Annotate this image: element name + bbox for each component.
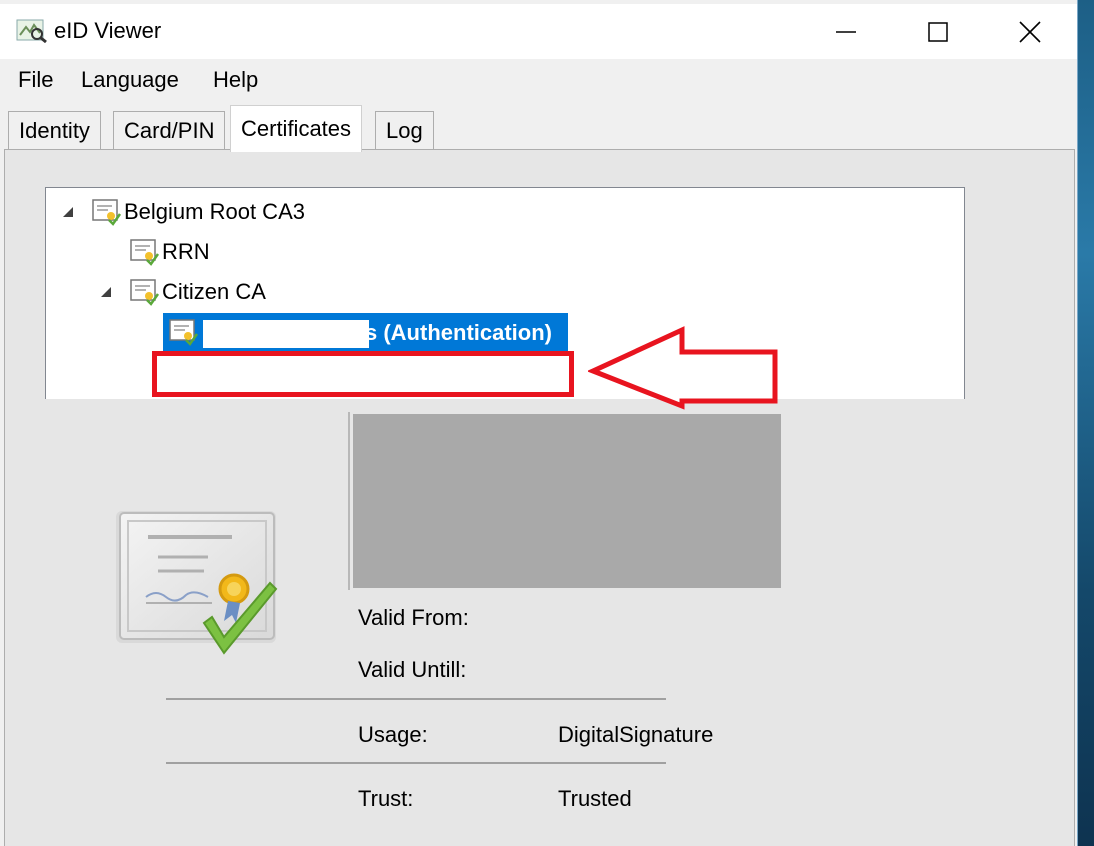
divider: [166, 698, 666, 700]
valid-from-label: Valid From:: [358, 605, 469, 630]
valid-until-label: Valid Untill:: [358, 657, 467, 682]
maximize-button[interactable]: [892, 4, 984, 59]
tree-item-label: RRN: [162, 239, 210, 264]
certificate-icon: [92, 199, 122, 226]
expanded-arrow-icon[interactable]: [100, 286, 112, 298]
tree-item-label: Belgium Root CA3: [124, 199, 305, 224]
certificate-icon: [130, 279, 160, 306]
tab-identity[interactable]: Identity: [8, 111, 101, 150]
usage-label: Usage:: [358, 722, 428, 747]
tree-item-label: Citizen CA: [162, 279, 266, 304]
certificate-preview-redacted: [353, 414, 781, 588]
app-logo-icon: [16, 19, 47, 43]
tab-strip: Identity Card/PIN Certificates Log: [0, 103, 1077, 152]
title-bar[interactable]: eID Viewer: [0, 4, 1077, 59]
tab-certificates[interactable]: Certificates: [230, 105, 363, 152]
eid-viewer-window: eID Viewer File Language Help Identity C…: [0, 0, 1078, 846]
tree-item-rrn[interactable]: RRN: [130, 236, 210, 268]
certificate-icon: [169, 319, 199, 346]
certificate-trusted-icon: [116, 511, 278, 655]
tree-item-belgium-root-ca3[interactable]: Belgium Root CA3: [92, 196, 305, 228]
maximize-icon: [928, 21, 948, 42]
tab-log[interactable]: Log: [375, 111, 434, 150]
menu-help[interactable]: Help: [211, 67, 260, 93]
usage-value: DigitalSignature: [558, 722, 714, 747]
trust-value: Trusted: [558, 786, 632, 811]
expanded-arrow-icon[interactable]: [62, 206, 74, 218]
menu-file[interactable]: File: [16, 67, 55, 93]
minimize-icon: [836, 30, 856, 33]
trust-label: Trust:: [358, 786, 414, 811]
close-button[interactable]: [984, 4, 1076, 59]
menu-bar: File Language Help: [0, 59, 1077, 103]
close-icon: [1019, 20, 1041, 43]
minimize-button[interactable]: [800, 4, 892, 59]
menu-language[interactable]: Language: [79, 67, 181, 93]
desktop-background-right: [1078, 0, 1094, 846]
divider: [166, 762, 666, 764]
tree-item-citizen-ca[interactable]: Citizen CA: [130, 276, 266, 308]
certificate-icon: [130, 239, 160, 266]
window-title: eID Viewer: [54, 18, 162, 43]
annotation-arrow-icon: [588, 326, 778, 410]
preview-separator: [348, 412, 350, 590]
annotation-highlight-box: [152, 351, 574, 397]
redaction-block: [203, 320, 369, 348]
tree-item-label: s (Authentication): [365, 320, 552, 345]
tab-card-pin[interactable]: Card/PIN: [113, 111, 226, 150]
